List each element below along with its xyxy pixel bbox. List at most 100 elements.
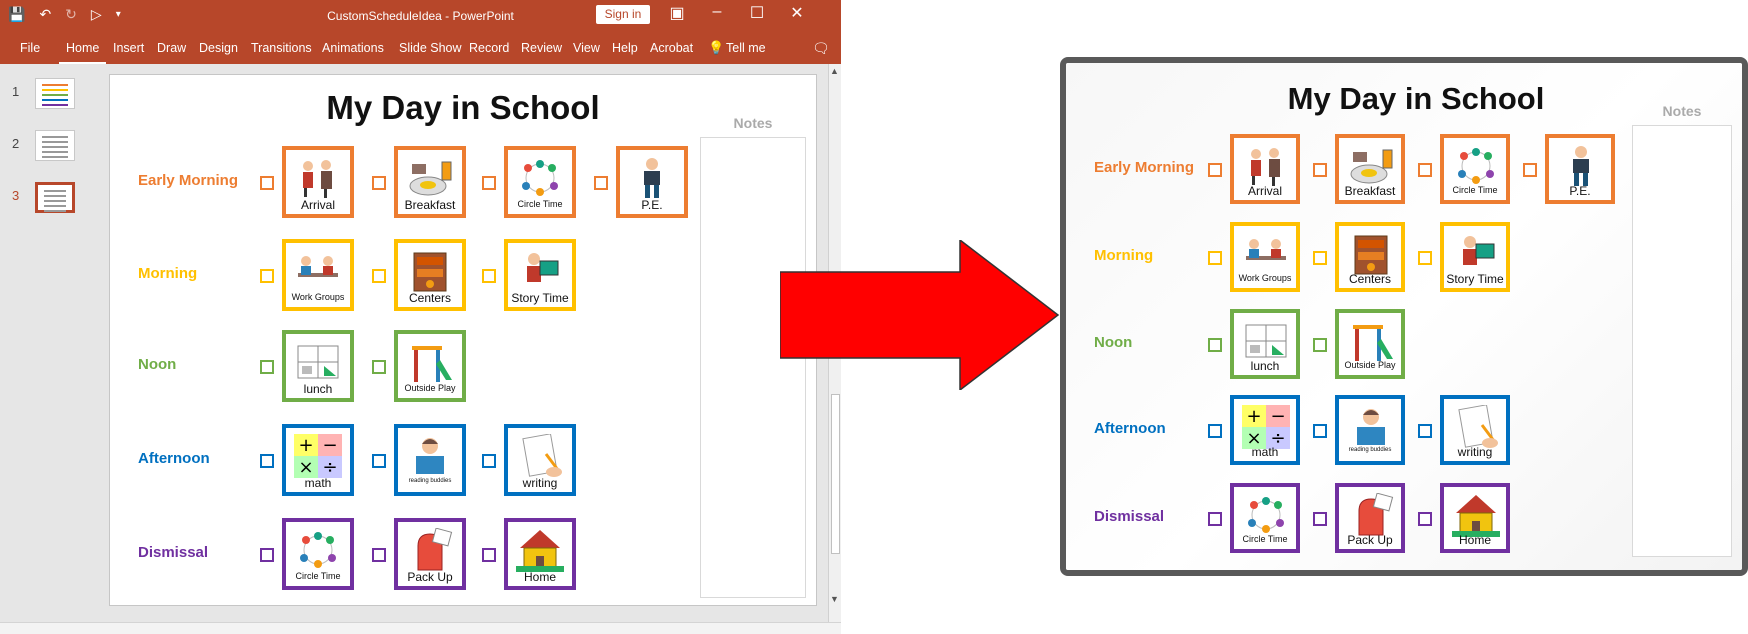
- activity-checkbox: [1208, 512, 1222, 526]
- pack-up-picture-icon: [417, 528, 453, 571]
- activity-checkbox[interactable]: [260, 176, 274, 190]
- activity-card[interactable]: + − × ÷ math: [282, 424, 354, 496]
- tab-tell-me[interactable]: Tell me: [726, 41, 766, 55]
- svg-text:−: −: [322, 435, 337, 456]
- activity-label: Outside Play: [1344, 360, 1396, 370]
- outside-play-picture-icon: [412, 346, 452, 382]
- activity-checkbox[interactable]: [482, 176, 496, 190]
- activity-checkbox[interactable]: [260, 269, 274, 283]
- tab-file[interactable]: File: [20, 41, 40, 55]
- activity-card[interactable]: Outside Play: [394, 330, 466, 402]
- tab-insert[interactable]: Insert: [113, 41, 144, 55]
- activity-label: Centers: [1348, 272, 1392, 286]
- scrollbar-thumb[interactable]: [831, 394, 840, 554]
- activity-label: reading buddies: [408, 478, 452, 484]
- activity-label: math: [304, 476, 332, 490]
- activity-card[interactable]: Arrival: [282, 146, 354, 218]
- activity-checkbox[interactable]: [260, 548, 274, 562]
- activity-card: Home: [1440, 483, 1510, 553]
- arrival-picture-icon: [303, 160, 332, 198]
- row-label[interactable]: Morning: [138, 265, 197, 282]
- slide-number: 2: [12, 136, 20, 151]
- activity-label: Home: [523, 570, 556, 584]
- activity-checkbox[interactable]: [482, 269, 496, 283]
- activity-card[interactable]: Home: [504, 518, 576, 590]
- tab-draw[interactable]: Draw: [157, 41, 186, 55]
- tab-animations[interactable]: Animations: [322, 41, 384, 55]
- svg-text:+: +: [1246, 406, 1261, 427]
- activity-label: P.E.: [1569, 184, 1591, 198]
- row-label: Dismissal: [1094, 508, 1165, 525]
- activity-card[interactable]: lunch: [282, 330, 354, 402]
- activity-label: Work Groups: [1238, 273, 1292, 283]
- row-label[interactable]: Early Morning: [138, 172, 238, 189]
- activity-card[interactable]: Pack Up: [394, 518, 466, 590]
- story-time-picture-icon: [527, 253, 559, 282]
- row-label[interactable]: Dismissal: [138, 544, 208, 561]
- tab-review[interactable]: Review: [521, 41, 562, 55]
- activity-checkbox: [1208, 163, 1222, 177]
- sign-in-button[interactable]: Sign in: [596, 5, 650, 24]
- slide-thumbnail[interactable]: [35, 130, 75, 161]
- activity-label: lunch: [1250, 359, 1280, 373]
- activity-checkbox[interactable]: [372, 176, 386, 190]
- activity-card: Circle Time: [1440, 134, 1510, 204]
- tab-record[interactable]: Record: [469, 41, 509, 55]
- activity-label: writing: [1457, 445, 1493, 459]
- activity-checkbox[interactable]: [372, 454, 386, 468]
- activity-checkbox[interactable]: [260, 454, 274, 468]
- activity-card: P.E.: [1545, 134, 1615, 204]
- pack-up-picture-icon: [1358, 493, 1394, 536]
- activity-checkbox[interactable]: [260, 360, 274, 374]
- tab-transitions[interactable]: Transitions: [251, 41, 312, 55]
- activity-card[interactable]: Centers: [394, 239, 466, 311]
- activity-checkbox[interactable]: [372, 548, 386, 562]
- activity-label: Circle Time: [295, 571, 341, 581]
- tab-help[interactable]: Help: [612, 41, 638, 55]
- activity-card[interactable]: reading buddies: [394, 424, 466, 496]
- lightbulb-icon[interactable]: 💡: [708, 40, 724, 56]
- activity-card[interactable]: Story Time: [504, 239, 576, 311]
- activity-checkbox[interactable]: [372, 269, 386, 283]
- activity-checkbox[interactable]: [372, 360, 386, 374]
- activity-label: Circle Time: [517, 199, 563, 209]
- activity-card: Breakfast: [1335, 134, 1405, 204]
- ribbon-display-icon[interactable]: ▣: [663, 3, 691, 23]
- tab-slide-show[interactable]: Slide Show: [399, 41, 462, 55]
- svg-text:÷: ÷: [322, 457, 337, 478]
- comments-icon[interactable]: 🗨: [812, 40, 830, 57]
- reading-buddies-picture-icon: [1357, 409, 1385, 445]
- activity-label: reading buddies: [1348, 447, 1392, 453]
- scroll-down-icon[interactable]: ▼: [830, 594, 839, 604]
- activity-card[interactable]: writing: [504, 424, 576, 496]
- activity-card[interactable]: Work Groups: [282, 239, 354, 311]
- tab-home[interactable]: Home: [59, 33, 107, 64]
- tab-acrobat[interactable]: Acrobat: [650, 41, 693, 55]
- minimize-icon[interactable]: –: [703, 3, 731, 21]
- activity-card[interactable]: Circle Time: [504, 146, 576, 218]
- scroll-up-icon[interactable]: ▲: [830, 66, 839, 76]
- activity-card: reading buddies: [1335, 395, 1405, 465]
- framed-slide-preview: My Day in School Early Morning Arrival Bre…: [1060, 57, 1748, 576]
- tab-design[interactable]: Design: [199, 41, 238, 55]
- activity-checkbox[interactable]: [482, 548, 496, 562]
- slide-thumbnail[interactable]: [35, 78, 75, 109]
- activity-card[interactable]: Breakfast: [394, 146, 466, 218]
- slide-number: 1: [12, 84, 20, 99]
- tab-view[interactable]: View: [573, 41, 600, 55]
- activity-card[interactable]: Circle Time: [282, 518, 354, 590]
- slide-thumbnail[interactable]: [35, 182, 75, 213]
- activity-checkbox[interactable]: [594, 176, 608, 190]
- slide-canvas[interactable]: My Day in School Early Morning Arrival Bre…: [109, 74, 817, 606]
- activity-card[interactable]: P.E.: [616, 146, 688, 218]
- activity-card: lunch: [1230, 309, 1300, 379]
- maximize-icon[interactable]: ☐: [743, 3, 771, 23]
- activity-checkbox[interactable]: [482, 454, 496, 468]
- notes-label[interactable]: Notes: [700, 115, 806, 131]
- centers-picture-icon: [413, 252, 447, 292]
- row-label[interactable]: Afternoon: [138, 450, 210, 467]
- activity-card: writing: [1440, 395, 1510, 465]
- breakfast-picture-icon: [1350, 149, 1393, 184]
- row-label[interactable]: Noon: [138, 356, 176, 373]
- close-icon[interactable]: ✕: [783, 3, 811, 23]
